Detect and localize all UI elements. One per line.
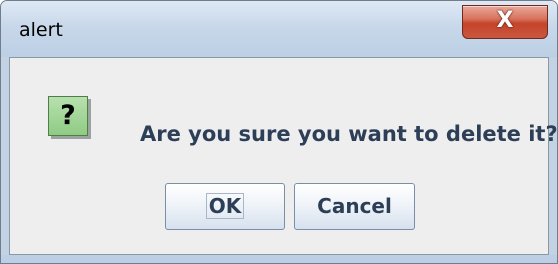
close-button[interactable]: X	[462, 5, 548, 39]
dialog-content: ? Are you sure you want to delete it? OK…	[9, 57, 557, 255]
dialog-message: Are you sure you want to delete it?	[140, 122, 558, 146]
alert-dialog-window: alert X ? Are you sure you want to delet…	[0, 0, 558, 264]
question-mark-glyph: ?	[60, 100, 76, 131]
window-bottom-border	[1, 255, 557, 263]
close-icon: X	[496, 8, 514, 33]
cancel-button-label: Cancel	[317, 194, 392, 218]
title-bar[interactable]: alert X	[1, 1, 557, 57]
ok-button-label: OK	[205, 193, 245, 219]
cancel-button[interactable]: Cancel	[294, 183, 415, 230]
window-title: alert	[19, 19, 63, 41]
question-icon: ?	[48, 96, 88, 136]
ok-button[interactable]: OK	[165, 183, 285, 230]
